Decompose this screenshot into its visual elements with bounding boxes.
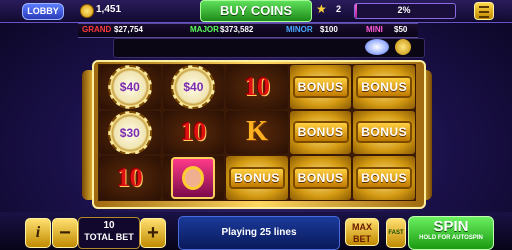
bonus-symbol: BONUS bbox=[229, 167, 285, 190]
reel-cell: 10 bbox=[162, 110, 225, 155]
reel-cell: BONUS bbox=[289, 110, 352, 155]
spin-button[interactable]: SPIN HOLD FOR AUTOSPIN bbox=[408, 216, 494, 250]
reel-cell: K bbox=[226, 110, 288, 155]
lobby-button[interactable]: LOBBY bbox=[22, 3, 64, 20]
king-symbol: K bbox=[246, 116, 268, 148]
menu-button[interactable] bbox=[474, 2, 494, 20]
jackpot-mini-name: MINI bbox=[366, 25, 383, 34]
reel-cell: BONUS bbox=[353, 65, 415, 109]
reel-cell: BONUS bbox=[289, 156, 352, 200]
increase-bet-button[interactable]: + bbox=[140, 218, 166, 248]
reel-grid: $40 $40 10 BONUS BONUS $30 10 K BONUS BO… bbox=[98, 64, 416, 201]
info-button[interactable]: i bbox=[25, 218, 51, 248]
chip-symbol: $40 bbox=[171, 65, 216, 109]
status-message: Playing 25 lines bbox=[178, 216, 340, 250]
jackpot-minor-value: $100 bbox=[320, 25, 338, 34]
cleopatra-face-icon bbox=[182, 166, 205, 191]
buy-coins-button[interactable]: BUY COINS bbox=[200, 0, 312, 22]
star-icon: ★ bbox=[316, 2, 327, 16]
reel-cell: BONUS bbox=[353, 156, 415, 200]
jackpot-minor-name: MINOR bbox=[286, 25, 313, 34]
chip-symbol: $40 bbox=[107, 65, 152, 109]
jackpot-major-value: $373,582 bbox=[220, 25, 254, 34]
reel-cell: $30 bbox=[99, 110, 161, 155]
reel-cell: BONUS bbox=[289, 65, 352, 109]
reel-cell: 10 bbox=[226, 65, 288, 109]
bonus-symbol: BONUS bbox=[356, 167, 413, 190]
jackpot-grand-value: $27,754 bbox=[114, 25, 143, 34]
menu-icon bbox=[479, 6, 489, 8]
cleopatra-symbol bbox=[171, 157, 216, 200]
bonus-symbol: BONUS bbox=[356, 75, 413, 98]
jackpot-grand-name: GRAND bbox=[82, 25, 112, 34]
bonus-symbol: BONUS bbox=[292, 167, 349, 190]
reel-cell: $40 bbox=[162, 65, 225, 109]
total-bet-label: TOTAL BET bbox=[84, 232, 134, 242]
reel-cell: BONUS bbox=[353, 110, 415, 155]
bonus-symbol: BONUS bbox=[356, 121, 413, 144]
xp-percent: 2% bbox=[397, 5, 411, 15]
reel-cell: BONUS bbox=[226, 156, 288, 200]
gold-coin-icon bbox=[395, 39, 411, 55]
jackpot-major-name: MAJOR bbox=[190, 25, 219, 34]
ten-symbol: 10 bbox=[180, 117, 207, 147]
spin-label: SPIN bbox=[433, 218, 469, 235]
reel-cell bbox=[162, 156, 225, 200]
coin-icon bbox=[80, 4, 94, 18]
reel-cell: 10 bbox=[99, 156, 161, 200]
decrease-bet-button[interactable]: − bbox=[52, 218, 78, 248]
coin-balance: 1,451 bbox=[96, 4, 122, 15]
ten-symbol: 10 bbox=[243, 71, 270, 101]
jackpot-bar: GRAND $27,754 MAJOR $373,582 MINOR $100 … bbox=[78, 23, 418, 38]
chip-symbol: $30 bbox=[107, 110, 152, 155]
total-bet-value: 10 bbox=[103, 220, 115, 231]
bonus-symbol: BONUS bbox=[292, 75, 349, 98]
bonus-symbol: BONUS bbox=[292, 121, 349, 144]
reel-cell: $40 bbox=[99, 65, 161, 109]
diamond-icon bbox=[365, 39, 389, 55]
ten-symbol: 10 bbox=[116, 163, 143, 193]
fast-toggle[interactable]: FAST bbox=[386, 218, 406, 248]
jackpot-mini-value: $50 bbox=[394, 25, 408, 34]
spin-sublabel: HOLD FOR AUTOSPIN bbox=[419, 235, 483, 241]
total-bet-display: 10 TOTAL BET bbox=[78, 217, 140, 249]
max-bet-button[interactable]: MAX BET bbox=[345, 218, 379, 246]
player-level: 2 bbox=[336, 4, 342, 14]
